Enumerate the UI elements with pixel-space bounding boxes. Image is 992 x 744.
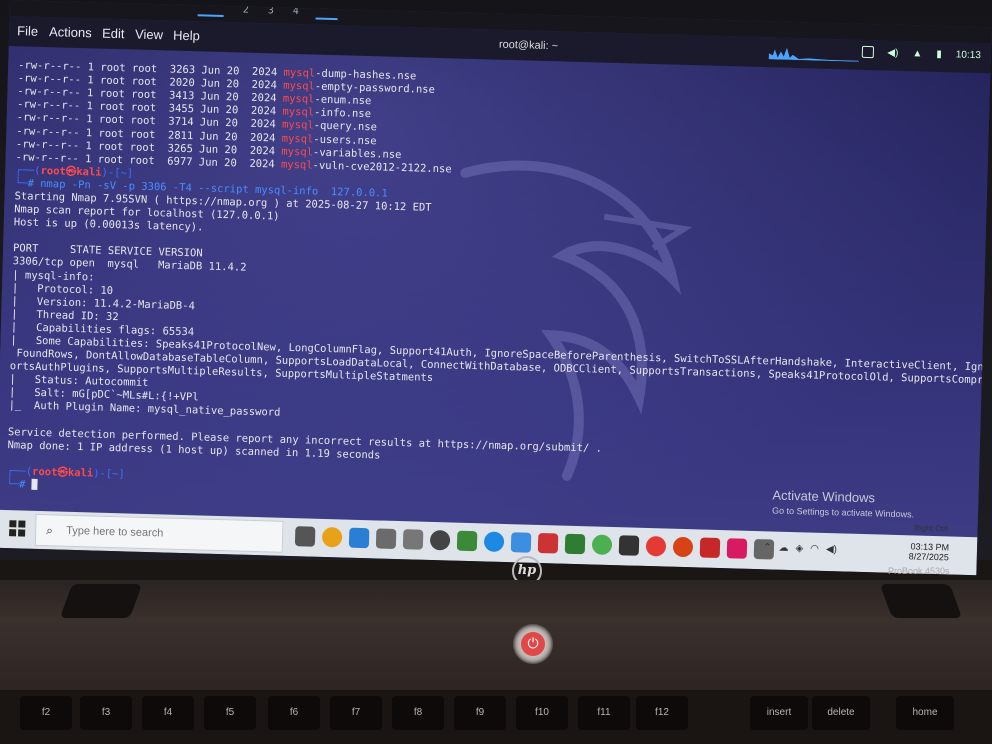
wps-icon[interactable] (672, 536, 694, 558)
window-title: root@kali: ~ (498, 38, 559, 53)
notification-bell-icon[interactable]: ▲ (912, 48, 922, 59)
host-tray-label: Right Ctrl (914, 523, 948, 534)
windows-start-icon[interactable] (9, 520, 26, 537)
taskbar-search[interactable]: ⌕ (34, 513, 284, 553)
terminal-output[interactable]: -rw-r--r-- 1 root root 3263 Jun 20 2024 … (6, 46, 991, 544)
search-input[interactable] (63, 521, 239, 545)
greenshot-icon[interactable] (564, 533, 586, 555)
key-f8[interactable]: f8 (392, 696, 444, 730)
window-icon[interactable] (861, 45, 874, 59)
workspace-tab-3[interactable]: 3 (268, 5, 274, 16)
menu-actions[interactable]: Actions (49, 24, 92, 40)
panel-clock[interactable]: 10:13 (956, 49, 981, 61)
app-red-icon[interactable] (645, 535, 667, 557)
sync-icon[interactable] (591, 534, 613, 556)
virtualbox-icon[interactable] (510, 532, 532, 553)
volume-icon[interactable]: ◀) (887, 47, 898, 58)
battery-icon[interactable]: ▮ (936, 48, 942, 59)
key-f6[interactable]: f6 (268, 696, 320, 730)
chrome-icon[interactable] (321, 526, 343, 548)
edge-icon[interactable] (483, 531, 505, 553)
app-x-icon[interactable] (699, 537, 721, 559)
terminal-task[interactable] (315, 6, 338, 21)
hinge-right (879, 584, 963, 618)
task-view-icon[interactable] (294, 526, 316, 547)
cpu-graph-icon (768, 47, 859, 62)
workspace-tab-4[interactable]: 4 (293, 6, 299, 17)
shield-icon[interactable]: ◈ (795, 543, 803, 554)
taskbar-clock[interactable]: 03:13 PM 8/27/2025 (909, 541, 950, 562)
key-delete[interactable]: delete (812, 696, 870, 730)
system-tray-icons: ⌃ ☁ ◈ ◠ ◀) (763, 542, 837, 555)
screen: 2 3 4 File Actions Edit View Help root@k… (0, 0, 992, 576)
wifi-icon[interactable]: ◠ (810, 544, 819, 555)
laptop-hinge (0, 580, 992, 620)
menu-view[interactable]: View (135, 27, 163, 43)
search-icon: ⌕ (46, 523, 54, 538)
key-home[interactable]: home (896, 696, 954, 730)
vscode-icon[interactable] (348, 527, 370, 549)
taskbar-apps (294, 526, 775, 560)
power-button[interactable]: ⏻ (513, 624, 553, 664)
power-icon: ⏻ (521, 632, 545, 656)
key-f9[interactable]: f9 (454, 696, 506, 730)
workspace-tab-2[interactable]: 2 (243, 5, 249, 16)
key-insert[interactable]: insert (750, 696, 808, 730)
key-f7[interactable]: f7 (330, 696, 382, 730)
speaker-icon[interactable]: ◀) (826, 544, 837, 555)
text-cursor (31, 479, 38, 491)
photos-icon[interactable] (375, 528, 397, 549)
panel-tray: ◀) ▲ ▮ 10:13 (861, 45, 981, 61)
menu-help[interactable]: Help (173, 28, 200, 44)
cloud-icon[interactable]: ☁ (778, 543, 788, 554)
key-f2[interactable]: f2 (20, 696, 72, 730)
activate-windows-watermark: Activate Windows Go to Settings to activ… (771, 487, 915, 520)
store-icon[interactable] (537, 532, 559, 554)
chevron-up-icon[interactable]: ⌃ (763, 542, 772, 553)
app-pink-icon[interactable] (726, 538, 748, 559)
key-f11[interactable]: f11 (578, 696, 630, 730)
explorer-icon[interactable] (402, 529, 424, 550)
model-label: ProBook 4530s (888, 566, 950, 576)
nmap-output: Starting Nmap 7.95SVN ( https://nmap.org… (7, 190, 991, 478)
menu-edit[interactable]: Edit (102, 26, 125, 42)
workspace-tab-1[interactable] (197, 3, 224, 17)
key-f5[interactable]: f5 (204, 696, 256, 730)
terminal-app-icon[interactable] (618, 535, 640, 556)
hinge-left (59, 584, 143, 618)
key-f3[interactable]: f3 (80, 696, 132, 730)
key-f4[interactable]: f4 (142, 696, 194, 730)
obs-icon[interactable] (429, 529, 451, 551)
notepad-icon[interactable] (456, 530, 478, 552)
menu-file[interactable]: File (17, 23, 38, 39)
key-f12[interactable]: f12 (636, 696, 688, 730)
key-f10[interactable]: f10 (516, 696, 568, 730)
